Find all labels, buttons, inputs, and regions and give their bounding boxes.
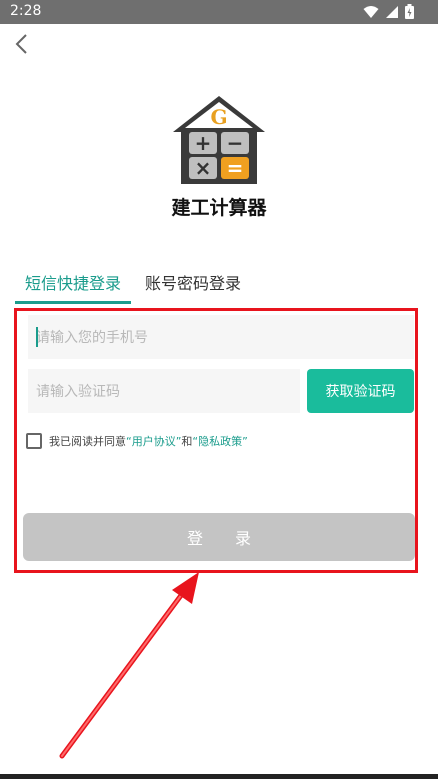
verification-code-input[interactable]	[28, 369, 300, 413]
status-time: 2:28	[10, 3, 42, 19]
tab-sms-login[interactable]: 短信快捷登录	[15, 264, 131, 304]
signal-icon	[386, 5, 398, 18]
status-bar: 2:28	[0, 0, 438, 24]
logo-letter: G	[210, 105, 227, 129]
logo-minus: −	[227, 131, 244, 155]
text-cursor	[36, 327, 38, 347]
bottom-edge	[0, 774, 438, 779]
battery-icon	[405, 4, 414, 19]
back-button[interactable]	[8, 30, 36, 58]
agree-and: 和	[181, 435, 193, 448]
phone-input[interactable]	[28, 315, 414, 359]
agreement-row: 我已阅读并同意 “用户协议” 和 “隐私政策”	[26, 433, 248, 449]
logo-times: ×	[195, 156, 212, 180]
agree-prefix: 我已阅读并同意	[49, 435, 126, 448]
app-title: 建工计算器	[171, 197, 267, 219]
logo-equals: =	[227, 156, 244, 180]
logo-plus: +	[195, 131, 212, 155]
chevron-left-icon	[15, 34, 27, 54]
get-code-button[interactable]: 获取验证码	[307, 369, 414, 413]
login-button[interactable]: 登录	[23, 513, 415, 561]
app-logo: G + − × =	[173, 96, 265, 184]
wifi-icon	[363, 5, 379, 18]
tab-password-login[interactable]: 账号密码登录	[145, 264, 241, 304]
login-tabs: 短信快捷登录 账号密码登录	[15, 264, 241, 304]
user-agreement-link[interactable]: “用户协议”	[126, 433, 181, 449]
status-icons	[363, 4, 414, 19]
agree-checkbox[interactable]	[26, 433, 42, 449]
privacy-policy-link[interactable]: “隐私政策”	[192, 433, 247, 449]
